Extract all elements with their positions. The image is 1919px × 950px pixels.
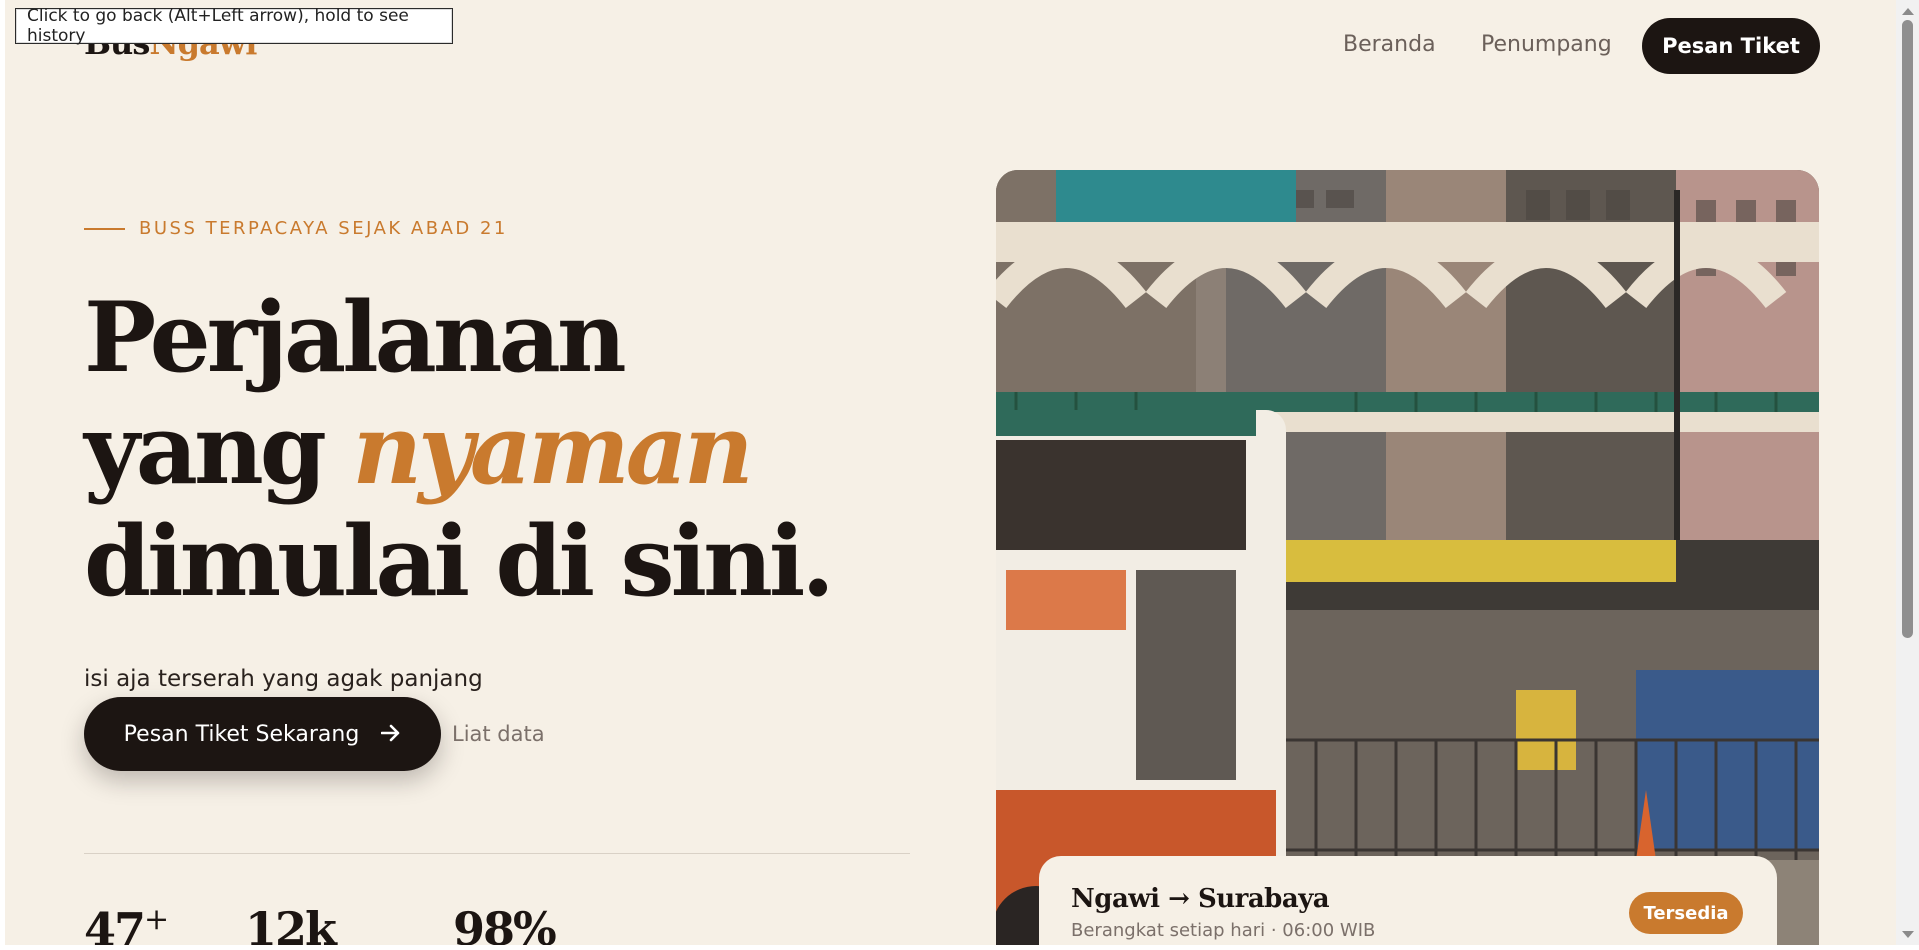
scrollbar-thumb[interactable] xyxy=(1902,20,1913,638)
scroll-down-arrow-icon[interactable] xyxy=(1902,931,1914,938)
page: BusNgawi Beranda Penumpang Pesan Tiket B… xyxy=(5,0,1896,945)
street-scene-illustration xyxy=(996,170,1819,945)
route-card[interactable]: Ngawi → Surabaya Berangkat setiap hari ·… xyxy=(1039,856,1777,945)
headline-line-2: yang nyaman xyxy=(84,394,831,506)
nav-link-penumpang[interactable]: Penumpang xyxy=(1481,32,1612,57)
hero-photo xyxy=(996,170,1819,945)
stat-passengers: 12k xyxy=(245,902,337,945)
nav-pesan-tiket-button[interactable]: Pesan Tiket xyxy=(1642,18,1820,74)
page-scrollbar[interactable] xyxy=(1896,0,1919,950)
availability-badge: Tersedia xyxy=(1629,892,1743,934)
nav-link-beranda[interactable]: Beranda xyxy=(1343,32,1436,57)
hero-subtitle: isi aja terserah yang agak panjang xyxy=(84,666,483,692)
headline-accent-word: nyaman xyxy=(352,393,753,506)
headline-line-3: dimulai di sini. xyxy=(84,505,835,618)
eyebrow-line xyxy=(84,227,125,230)
stats-divider xyxy=(84,853,910,854)
eyebrow-text: BUSS TERPACAYA SEJAK ABAD 21 xyxy=(139,218,508,239)
stat-value: 12k xyxy=(245,902,337,945)
back-button-tooltip: Click to go back (Alt+Left arrow), hold … xyxy=(15,6,453,46)
arrow-right-icon xyxy=(381,720,401,748)
pesan-tiket-sekarang-button[interactable]: Pesan Tiket Sekarang xyxy=(84,697,441,771)
stat-value: 98% xyxy=(453,902,557,945)
stat-suffix: + xyxy=(144,902,169,937)
primary-cta-label: Pesan Tiket Sekarang xyxy=(123,721,360,747)
headline-line-2-prefix: yang xyxy=(84,393,353,506)
hero-headline: Perjalanan yang nyaman dimulai di sini. xyxy=(84,281,835,618)
stat-satisfaction: 98% xyxy=(453,902,557,945)
route-title: Ngawi → Surabaya xyxy=(1071,884,1330,914)
stat-routes: 47+ xyxy=(84,902,169,945)
scroll-up-arrow-icon[interactable] xyxy=(1902,8,1914,15)
liat-data-link[interactable]: Liat data xyxy=(452,722,545,746)
hero-eyebrow: BUSS TERPACAYA SEJAK ABAD 21 xyxy=(84,218,508,239)
route-schedule: Berangkat setiap hari · 06:00 WIB xyxy=(1071,920,1376,941)
stat-value: 47 xyxy=(84,902,146,945)
headline-line-1: Perjalanan xyxy=(84,281,627,394)
